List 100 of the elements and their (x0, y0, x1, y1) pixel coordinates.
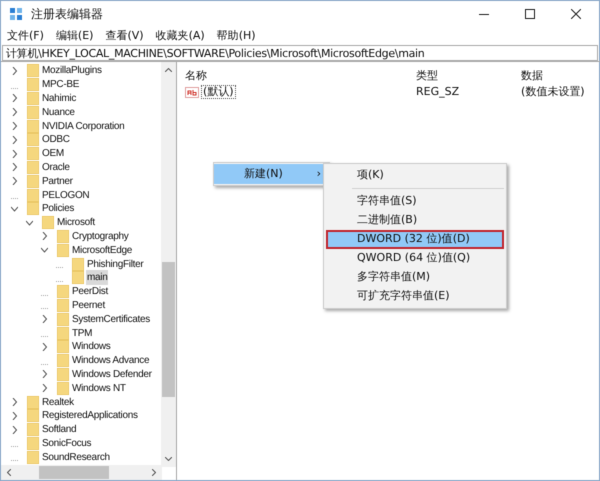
collapsed-chevron-icon[interactable] (11, 163, 18, 172)
tree-item[interactable]: RegisteredApplications (41, 408, 139, 424)
tree-item[interactable]: Partner (41, 174, 74, 189)
folder-icon (27, 396, 39, 409)
folder-icon (57, 368, 69, 381)
folder-icon (57, 298, 69, 312)
folder-icon (57, 382, 69, 395)
submenu-item[interactable]: 项(K) (326, 166, 504, 185)
folder-icon (27, 160, 39, 174)
collapsed-chevron-icon[interactable] (11, 136, 18, 144)
submenu-item[interactable]: DWORD (32 位)值(D) (326, 230, 504, 249)
folder-icon (57, 326, 69, 340)
collapsed-chevron-icon[interactable] (41, 370, 48, 378)
folder-icon (72, 258, 84, 271)
submenu-item[interactable]: 字符串值(S) (326, 192, 504, 211)
folder-icon (72, 271, 84, 284)
submenu-item[interactable]: 多字符串值(M) (326, 268, 504, 287)
registry-icon (9, 7, 23, 21)
vertical-scrollbar[interactable] (161, 62, 176, 467)
collapsed-chevron-icon[interactable] (11, 94, 18, 102)
collapsed-chevron-icon[interactable] (11, 398, 18, 406)
value-type: REG_SZ (416, 84, 460, 100)
tree-item[interactable]: Peernet (71, 298, 106, 313)
column-header[interactable]: 类型 (416, 68, 521, 84)
submenu-item[interactable]: 可扩充字符串值(E) (326, 287, 504, 306)
folder-icon (57, 285, 69, 298)
tree-item[interactable]: MozillaPlugins (41, 63, 103, 78)
menu-item[interactable]: 帮助(H) (210, 28, 262, 44)
collapsed-chevron-icon[interactable] (11, 426, 18, 434)
tree-item[interactable]: Realtek (41, 394, 75, 410)
collapsed-chevron-icon[interactable] (41, 342, 48, 351)
tree-item[interactable]: SoundResearch (41, 450, 111, 465)
menu-item[interactable]: 收藏夹(A) (150, 28, 211, 44)
folder-icon (27, 423, 39, 436)
tree-item[interactable]: TPM (71, 326, 94, 341)
window-title: 注册表编辑器 (31, 6, 103, 23)
expanded-chevron-icon[interactable] (41, 246, 48, 254)
folder-icon (57, 340, 69, 354)
folder-icon (57, 312, 69, 326)
collapsed-chevron-icon[interactable] (11, 150, 18, 158)
tree-item[interactable]: Windows NT (71, 380, 127, 396)
scroll-down-icon (165, 457, 172, 461)
folder-icon (57, 354, 69, 368)
tree-item[interactable]: main (86, 270, 108, 286)
folder-icon (42, 216, 54, 230)
column-header[interactable]: 名称 (185, 68, 416, 84)
menu-item[interactable]: 文件(F) (1, 28, 50, 44)
collapsed-chevron-icon[interactable] (11, 177, 18, 186)
tree-item[interactable]: Policies (41, 201, 76, 216)
column-header[interactable]: 数据 (521, 68, 600, 84)
submenu-item[interactable]: 二进制值(B) (326, 211, 504, 230)
collapsed-chevron-icon[interactable] (11, 108, 18, 116)
folder-icon (27, 120, 39, 133)
tree-item[interactable]: MicrosoftEdge (71, 242, 134, 258)
folder-icon (27, 78, 39, 92)
folder-icon (27, 174, 39, 188)
close-icon (571, 9, 581, 19)
folder-icon (57, 230, 69, 243)
tree-item[interactable]: OEM (41, 146, 65, 162)
tree-item[interactable]: PhishingFilter (86, 256, 144, 272)
tree-item[interactable]: Windows Defender (71, 366, 153, 382)
folder-icon (27, 436, 39, 450)
tree-item[interactable]: SystemCertificates (71, 312, 151, 327)
scrollbar-thumb[interactable] (39, 466, 109, 479)
scroll-right-icon (152, 469, 156, 476)
folder-icon (27, 106, 39, 119)
expanded-chevron-icon[interactable] (11, 204, 18, 213)
collapsed-chevron-icon[interactable] (11, 122, 18, 130)
tree-item[interactable]: Windows Advance (71, 353, 150, 368)
tree-item[interactable]: Softland (41, 422, 78, 438)
collapsed-chevron-icon[interactable] (41, 315, 48, 324)
expanded-chevron-icon[interactable] (26, 218, 33, 227)
menu-item[interactable]: 编辑(E) (50, 28, 100, 44)
scroll-left-icon (7, 469, 11, 476)
tree-item[interactable]: Nuance (41, 104, 76, 120)
tree-item[interactable]: Cryptography (71, 228, 130, 244)
tree-item[interactable]: Oracle (41, 160, 71, 175)
tree-item[interactable]: PELOGON (41, 188, 90, 203)
horizontal-scrollbar[interactable] (1, 465, 162, 480)
collapsed-chevron-icon[interactable] (11, 412, 18, 420)
tree-item[interactable]: PeerDist (71, 284, 109, 300)
tree-item[interactable]: ODBC (41, 132, 71, 148)
tree-item[interactable]: NVIDIA Corporation (41, 118, 126, 134)
tree-item[interactable]: Windows (71, 339, 112, 354)
folder-icon (27, 409, 39, 422)
collapsed-chevron-icon[interactable] (11, 66, 18, 75)
folder-icon (57, 244, 69, 257)
value-name[interactable]: (默认) (201, 85, 236, 99)
collapsed-chevron-icon[interactable] (41, 232, 48, 240)
tree-item[interactable]: Nahimic (41, 91, 78, 106)
submenu-item[interactable]: QWORD (64 位)值(Q) (326, 249, 504, 268)
tree-item[interactable]: SonicFocus (41, 436, 92, 451)
value-data: (数值未设置) (521, 84, 586, 100)
scrollbar-thumb[interactable] (162, 262, 175, 397)
tree-item[interactable]: MPC-BE (41, 77, 80, 92)
collapsed-chevron-icon[interactable] (41, 384, 48, 392)
menu-item[interactable]: 查看(V) (99, 28, 150, 44)
address-bar[interactable]: 计算机\HKEY_LOCAL_MACHINE\SOFTWARE\Policies\Microsoft\MicrosoftEdge\main (2, 45, 598, 61)
folder-icon (27, 450, 39, 464)
tree-item[interactable]: Microsoft (56, 215, 96, 230)
